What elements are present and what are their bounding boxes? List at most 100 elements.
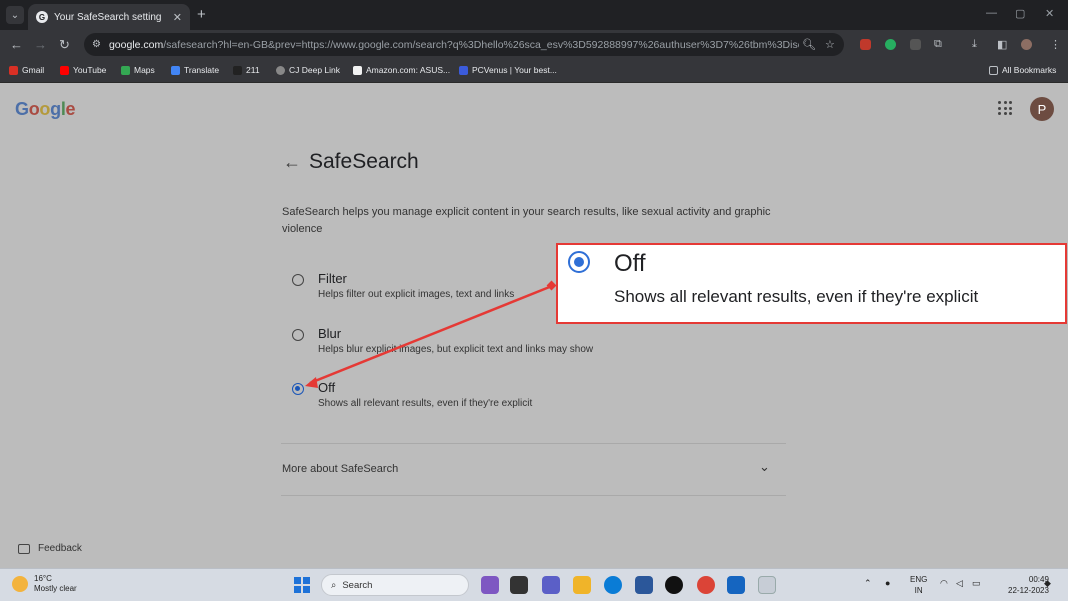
- volume-icon[interactable]: ◁: [956, 578, 963, 589]
- youtube-icon: [60, 65, 69, 75]
- folder-icon: [989, 65, 998, 75]
- arrow-left-icon[interactable]: ←: [10, 37, 23, 52]
- profile-icon[interactable]: [1021, 39, 1032, 50]
- radio-filter[interactable]: [292, 274, 304, 286]
- bookmark-label: CJ Deep Link: [289, 65, 341, 75]
- divider: [281, 495, 786, 496]
- puzzle-icon[interactable]: ⧉: [934, 38, 942, 51]
- all-bookmarks-label: All Bookmarks: [1002, 65, 1057, 75]
- chevron-up-icon[interactable]: ⌃: [864, 578, 872, 589]
- grammarly-icon[interactable]: [885, 39, 896, 50]
- avatar[interactable]: P: [1030, 97, 1054, 121]
- bookmark-211-icon: [233, 65, 242, 75]
- weather-status: Mostly clear: [34, 584, 77, 593]
- app-icon[interactable]: [727, 576, 745, 594]
- url-domain: google.com: [108, 38, 164, 51]
- logo-letter: o: [28, 99, 40, 119]
- side-panel-icon[interactable]: ◧: [997, 38, 1007, 51]
- teams-icon[interactable]: [542, 576, 560, 594]
- close-icon[interactable]: ✕: [173, 11, 182, 24]
- radio-selected-icon: [568, 251, 590, 273]
- store-icon[interactable]: [635, 576, 653, 594]
- extension-m-icon[interactable]: [910, 39, 921, 50]
- windows-start-icon[interactable]: [294, 577, 310, 593]
- taskbar-search[interactable]: ⌕ Search: [321, 574, 469, 596]
- battery-icon[interactable]: ▭: [972, 578, 981, 589]
- weather-icon: [12, 576, 28, 592]
- bookmark-cj-deep-link[interactable]: CJ Deep Link: [276, 65, 340, 75]
- chrome-icon[interactable]: [697, 576, 715, 594]
- apps-grid-icon[interactable]: [998, 101, 1012, 115]
- option-subtitle: Helps filter out explicit images, text a…: [318, 289, 515, 300]
- tab-title: Your SafeSearch setting: [54, 11, 162, 23]
- radio-off[interactable]: [292, 383, 304, 395]
- google-logo[interactable]: Google: [15, 99, 76, 120]
- more-about-safesearch[interactable]: More about SafeSearch: [282, 463, 398, 475]
- weather-text: 16°C Mostly clear: [34, 574, 77, 594]
- callout-subtitle: Shows all relevant results, even if they…: [614, 287, 979, 306]
- copilot-icon[interactable]: [481, 576, 499, 594]
- reload-icon[interactable]: ↻: [59, 37, 70, 53]
- bookmark-translate[interactable]: Translate: [171, 65, 219, 75]
- download-icon[interactable]: ⤓: [972, 38, 977, 51]
- site-info-icon[interactable]: ⚙: [92, 39, 101, 50]
- date: 22-12-2023: [1008, 586, 1049, 595]
- arrow-right-icon[interactable]: →: [34, 37, 47, 52]
- search-icon: ⌕: [331, 579, 337, 591]
- bookmark-label: Amazon.com: ASUS...: [366, 65, 451, 75]
- radio-blur[interactable]: [292, 329, 304, 341]
- maps-icon: [121, 65, 130, 75]
- bookmark-label: PCVenus | Your best...: [472, 65, 557, 75]
- dell-icon[interactable]: [665, 576, 683, 594]
- language-indicator[interactable]: ENG IN: [910, 574, 927, 596]
- feedback-button[interactable]: Feedback: [18, 543, 82, 554]
- option-subtitle: Shows all relevant results, even if they…: [318, 398, 533, 409]
- maximize-icon[interactable]: ▢: [1015, 7, 1025, 20]
- weather-widget[interactable]: 16°C Mostly clear: [12, 574, 77, 594]
- edge-icon[interactable]: [604, 576, 622, 594]
- feedback-label: Feedback: [38, 543, 82, 554]
- task-view-icon[interactable]: [510, 576, 528, 594]
- google-favicon-icon: G: [36, 11, 48, 23]
- plus-icon[interactable]: +: [197, 6, 206, 23]
- page-title: SafeSearch: [309, 150, 419, 173]
- close-window-icon[interactable]: ✕: [1045, 7, 1054, 20]
- gmail-icon: [9, 65, 18, 75]
- star-icon[interactable]: ☆: [825, 38, 835, 51]
- snipping-tool-icon[interactable]: [758, 576, 776, 594]
- bookmark-amazon[interactable]: Amazon.com: ASUS...: [353, 65, 450, 75]
- more-vert-icon[interactable]: ⋮: [1050, 38, 1061, 51]
- all-bookmarks[interactable]: All Bookmarks: [989, 65, 1056, 75]
- bookmark-pcvenus[interactable]: PCVenus | Your best...: [459, 65, 557, 75]
- safesearch-page: Google P ← SafeSearch SafeSearch helps y…: [0, 84, 1068, 568]
- chevron-down-icon[interactable]: ⌄: [759, 459, 770, 475]
- zoom-icon[interactable]: 🔍︎: [802, 38, 816, 51]
- bookmark-label: 211: [246, 65, 260, 75]
- clock[interactable]: 00:49 22-12-2023: [1008, 574, 1049, 596]
- taskbar-search-label: Search: [342, 579, 373, 591]
- callout-box: Off Shows all relevant results, even if …: [556, 243, 1067, 324]
- logo-letter: e: [65, 99, 76, 119]
- minimize-icon[interactable]: —: [986, 7, 997, 19]
- browser-toolbar: ← → ↻ ⚙ google.com/safesearch?hl=en-GB&p…: [0, 30, 1068, 59]
- file-explorer-icon[interactable]: [573, 576, 591, 594]
- address-bar[interactable]: ⚙ google.com/safesearch?hl=en-GB&prev=ht…: [84, 33, 844, 56]
- browser-tab[interactable]: G Your SafeSearch setting ✕: [28, 4, 190, 30]
- bookmark-gmail[interactable]: Gmail: [9, 65, 44, 75]
- arrow-left-icon[interactable]: ←: [283, 152, 301, 173]
- tray-app-icon[interactable]: ●: [885, 578, 890, 588]
- lang-top: ENG: [910, 575, 928, 584]
- chevron-down-icon[interactable]: ⌄: [6, 6, 24, 24]
- wifi-icon[interactable]: ◠: [940, 578, 948, 589]
- bookmark-maps[interactable]: Maps: [121, 65, 155, 75]
- option-title: Filter: [318, 271, 347, 286]
- extension-icon[interactable]: [860, 39, 871, 50]
- page-description: SafeSearch helps you manage explicit con…: [282, 206, 771, 235]
- option-title: Off: [318, 380, 336, 395]
- tab-strip: ⌄ G Your SafeSearch setting ✕ + — ▢ ✕: [0, 0, 1068, 30]
- temperature: 16°C: [34, 574, 52, 583]
- notification-bell-icon[interactable]: ◆: [1044, 578, 1051, 589]
- bookmark-youtube[interactable]: YouTube: [60, 65, 106, 75]
- divider: [281, 443, 786, 444]
- bookmark-211[interactable]: 211: [233, 65, 260, 75]
